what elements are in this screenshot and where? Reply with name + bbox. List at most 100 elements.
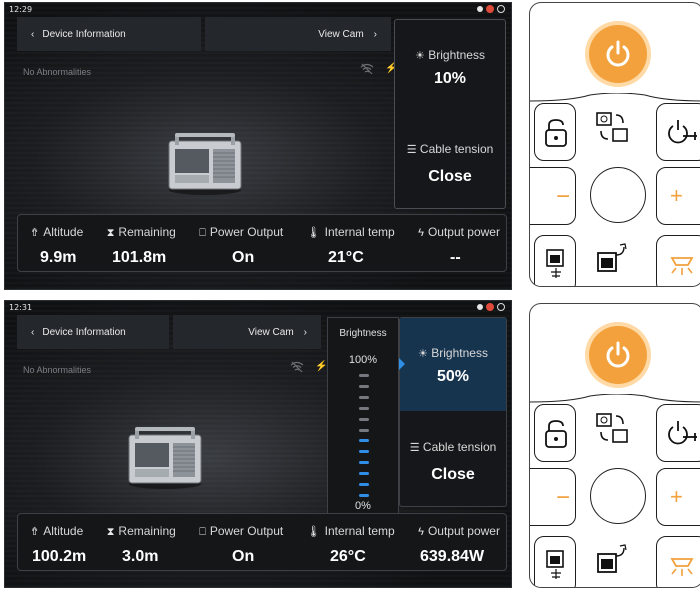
- brightness-active-panel[interactable]: [400, 318, 506, 411]
- brightness-value: 10%: [433, 70, 467, 87]
- stat-output-power: ϟ Output power: [418, 225, 500, 239]
- brightness-row[interactable]: ☀ Brightness: [395, 48, 505, 62]
- bolt-icon: ⚡: [315, 361, 328, 372]
- app-screen-2: 12:31 ‹ Device Information View Cam › No…: [4, 300, 512, 588]
- generator-cable-button[interactable]: [592, 542, 642, 586]
- view-cam-label: View Cam: [248, 326, 294, 338]
- internal-temp-value: 21°C: [328, 249, 364, 266]
- generator-remote-button[interactable]: [534, 235, 576, 286]
- generator-image: [125, 421, 205, 496]
- control-panel: ☀ Brightness 50% ☰ Cable tension Close: [399, 317, 507, 507]
- cable-tension-row[interactable]: ☰ Cable tension: [400, 440, 506, 454]
- light-button[interactable]: [656, 235, 700, 286]
- generator-remote-button[interactable]: [534, 536, 576, 587]
- slider-tick: [359, 439, 369, 443]
- remaining-icon: ⧗: [106, 526, 115, 538]
- cable-icon: ☰: [406, 144, 417, 156]
- slider-min-label: 0%: [355, 500, 371, 512]
- thermometer-icon: 🌡: [306, 227, 321, 239]
- light-icon: [670, 257, 694, 275]
- stat-remaining: ⧗ Remaining: [106, 524, 176, 538]
- slider-tick: [359, 472, 369, 476]
- power-output-value: On: [232, 548, 255, 565]
- device-information-label: Device Information: [42, 326, 126, 338]
- hook-power-icon: [668, 120, 697, 144]
- power-output-icon: ⎕: [199, 526, 206, 538]
- hook-power-button[interactable]: [656, 103, 700, 161]
- slider-tick: [359, 384, 369, 388]
- unlock-icon: [545, 420, 567, 448]
- device-information-button[interactable]: ‹ Device Information: [17, 17, 201, 51]
- cable-tension-label: Cable tension: [419, 142, 494, 156]
- device-information-button[interactable]: ‹ Device Information: [17, 315, 169, 349]
- slider-tick: [359, 461, 369, 465]
- wifi-off-icon: [290, 361, 304, 376]
- view-cam-button[interactable]: View Cam ›: [205, 17, 391, 51]
- cable-tension-row[interactable]: ☰ Cable tension: [395, 142, 505, 156]
- altitude-icon: ⇮: [30, 227, 40, 239]
- power-output-icon: ⎕: [199, 227, 206, 239]
- rotate-icon: [596, 413, 628, 443]
- generator-cable-icon: [597, 544, 627, 573]
- unlock-button[interactable]: [534, 404, 576, 462]
- remaining-icon: ⧗: [106, 227, 115, 239]
- device-information-label: Device Information: [42, 28, 126, 40]
- stat-altitude: ⇮ Altitude: [30, 225, 84, 239]
- brightness-slider[interactable]: Brightness 100% 0%: [327, 317, 399, 519]
- generator-cable-icon: [597, 243, 627, 272]
- power-output-value: On: [232, 249, 255, 266]
- slider-tick: [359, 406, 369, 410]
- abnormality-status: No Abnormalities: [23, 365, 92, 375]
- hook-power-button[interactable]: [656, 404, 700, 462]
- power-icon: [606, 40, 630, 67]
- unlock-button[interactable]: [534, 103, 576, 161]
- stat-internal-temp: 🌡 Internal temp: [306, 225, 395, 239]
- remaining-value: 101.8m: [112, 249, 167, 266]
- rotate-button[interactable]: [592, 410, 642, 454]
- status-bar: 12:29: [5, 3, 511, 17]
- generator-cable-button[interactable]: [592, 241, 642, 285]
- status-time: 12:31: [9, 303, 33, 312]
- view-cam-label: View Cam: [318, 28, 364, 40]
- minus-icon: −: [556, 183, 571, 210]
- brightness-row[interactable]: ☀ Brightness: [400, 346, 506, 360]
- power-button[interactable]: [589, 326, 647, 384]
- stat-altitude: ⇮ Altitude: [30, 524, 84, 538]
- rotate-button[interactable]: [592, 109, 642, 153]
- hook-power-icon: [668, 421, 697, 445]
- brightness-icon: ☀: [418, 348, 428, 360]
- slider-tick: [359, 395, 369, 399]
- generator-icon: [546, 550, 564, 579]
- back-chevron-icon: ‹: [31, 28, 35, 40]
- stats-bar: ⇮ Altitude ⧗ Remaining ⎕ Power Output 🌡 Inte…: [17, 214, 507, 272]
- stats-bar: ⇮ Altitude ⧗ Remaining ⎕ Power Output 🌡 Inte…: [17, 513, 507, 571]
- minus-icon: −: [556, 484, 571, 511]
- center-button[interactable]: [590, 468, 646, 524]
- light-icon: [670, 558, 694, 576]
- cable-tension-value: Close: [431, 466, 475, 483]
- internal-temp-value: 26°C: [330, 548, 366, 565]
- status-time: 12:29: [9, 5, 33, 14]
- power-button[interactable]: [589, 25, 647, 83]
- cable-icon: ☰: [409, 442, 420, 454]
- slider-tick: [359, 494, 369, 497]
- output-power-value: --: [450, 249, 461, 266]
- wifi-off-icon: [360, 63, 374, 78]
- remote-controller-1: − +: [529, 2, 700, 287]
- light-button[interactable]: [656, 536, 700, 587]
- altitude-value: 9.9m: [40, 249, 77, 266]
- forward-chevron-icon: ›: [373, 28, 377, 40]
- output-power-value: 639.84W: [420, 548, 485, 565]
- slider-tick: [359, 428, 369, 432]
- abnormality-status: No Abnormalities: [23, 67, 92, 77]
- view-cam-button[interactable]: View Cam ›: [173, 315, 321, 349]
- unlock-icon: [545, 119, 567, 147]
- output-power-icon: ϟ: [418, 227, 424, 239]
- center-button[interactable]: [590, 167, 646, 223]
- slider-title: Brightness: [339, 328, 387, 339]
- output-power-icon: ϟ: [418, 526, 424, 538]
- stat-power-output: ⎕ Power Output: [199, 225, 284, 239]
- plus-icon: +: [670, 484, 683, 509]
- slider-tick: [359, 483, 369, 487]
- rotate-icon: [596, 112, 628, 142]
